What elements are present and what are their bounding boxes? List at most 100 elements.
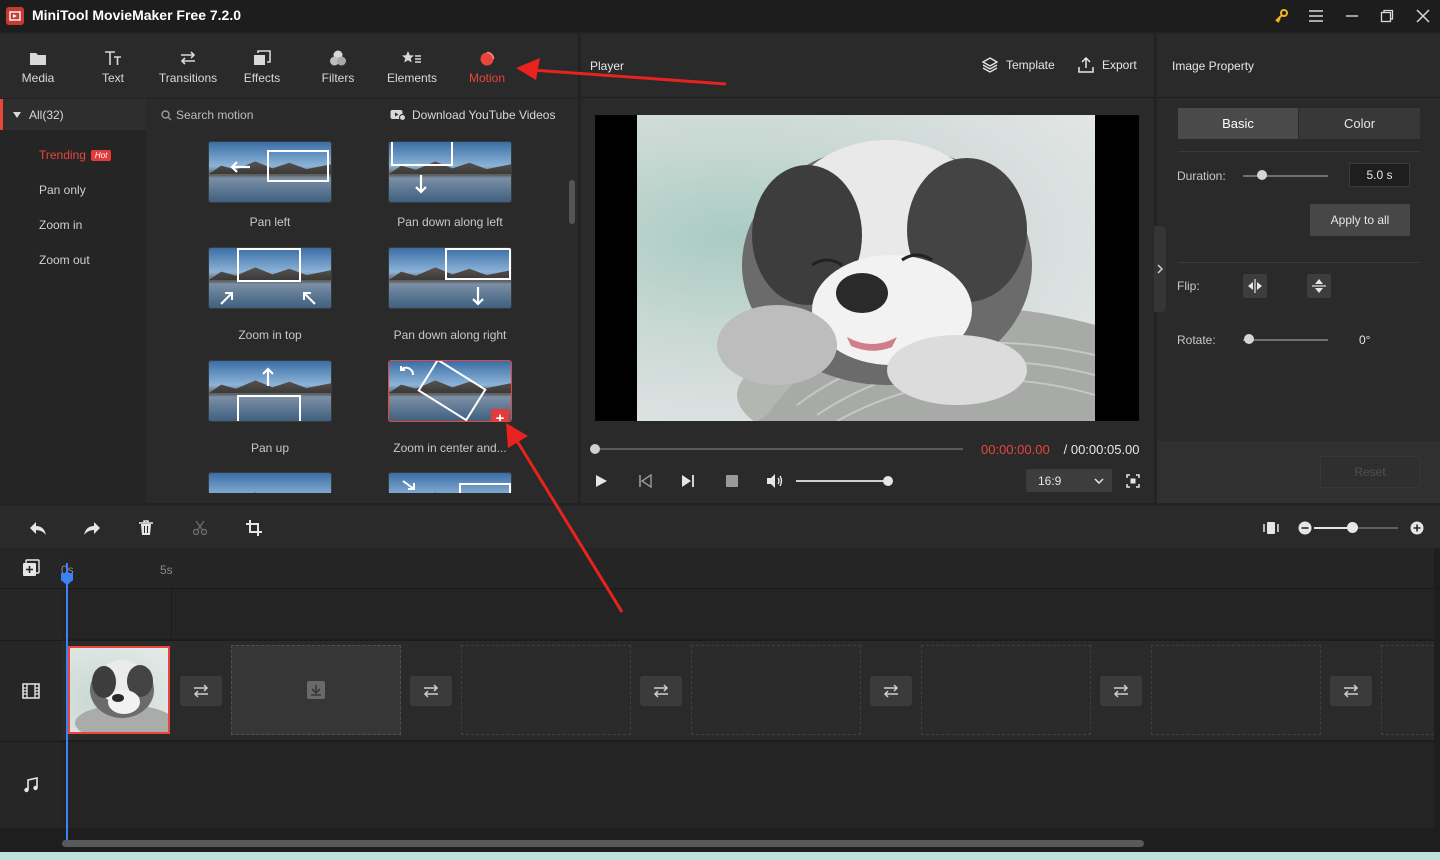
progress-handle[interactable]	[590, 444, 600, 454]
timeline-ruler[interactable]	[62, 549, 1434, 588]
flip-horizontal-icon	[1248, 279, 1262, 293]
time-separator: /	[1060, 442, 1071, 457]
delete-button[interactable]	[135, 519, 157, 537]
empty-clip-slot[interactable]	[1151, 645, 1321, 735]
hot-badge: Hot	[90, 150, 112, 162]
playhead[interactable]	[66, 563, 68, 840]
category-trending[interactable]: Trending Hot	[39, 148, 112, 162]
empty-clip-slot[interactable]	[691, 645, 861, 735]
export-button[interactable]: Export	[1078, 57, 1137, 73]
toolbar-filters-label: Filters	[321, 71, 355, 85]
transition-slot[interactable]	[1330, 676, 1372, 706]
reset-button[interactable]: Reset	[1320, 456, 1420, 488]
progress-track[interactable]	[595, 448, 963, 450]
motion-thumb-partial[interactable]	[208, 472, 332, 493]
template-label: Template	[1006, 58, 1055, 72]
category-zoom-out[interactable]: Zoom out	[39, 253, 90, 267]
toolbar-filters[interactable]: Filters	[302, 44, 374, 92]
export-label: Export	[1102, 58, 1137, 72]
aspect-ratio-select[interactable]: 16:9	[1026, 469, 1112, 492]
crop-button[interactable]	[243, 519, 265, 537]
minimize-button[interactable]	[1339, 4, 1365, 28]
volume-handle[interactable]	[883, 476, 893, 486]
transition-slot[interactable]	[180, 676, 222, 706]
key-icon[interactable]	[1268, 4, 1294, 28]
toolbar-text[interactable]: Text	[77, 44, 149, 92]
template-button[interactable]: Template	[982, 57, 1055, 73]
rotate-value: 0°	[1359, 333, 1371, 347]
toolbar-transitions[interactable]: Transitions	[152, 44, 224, 92]
add-motion-button[interactable]: +	[491, 409, 509, 421]
transition-slot[interactable]	[640, 676, 682, 706]
transition-slot[interactable]	[1100, 676, 1142, 706]
search-input[interactable]	[176, 106, 376, 124]
zoom-in-button[interactable]	[1406, 519, 1428, 537]
text-icon	[104, 44, 122, 66]
timeline-zoom-handle[interactable]	[1347, 522, 1358, 533]
crop-icon	[246, 520, 262, 536]
timeline-clip[interactable]	[68, 646, 170, 734]
timeline-scrollbar[interactable]	[62, 840, 1144, 847]
maximize-button[interactable]	[1374, 4, 1400, 28]
category-zoom-in[interactable]: Zoom in	[39, 218, 82, 232]
duration-input[interactable]: 5.0 s	[1349, 163, 1410, 187]
menu-icon[interactable]	[1303, 4, 1329, 28]
collapse-panel-button[interactable]	[1154, 226, 1166, 312]
download-youtube-button[interactable]: Download YouTube Videos	[390, 108, 555, 122]
ruler-label: 5s	[160, 563, 173, 577]
duration-handle[interactable]	[1257, 170, 1267, 180]
flip-horizontal-button[interactable]	[1243, 274, 1267, 298]
toolbar-elements-label: Elements	[386, 71, 438, 85]
split-button[interactable]	[189, 519, 211, 537]
transition-icon	[1113, 684, 1129, 698]
skip-back-icon	[639, 474, 652, 488]
transition-slot[interactable]	[870, 676, 912, 706]
empty-clip-slot[interactable]	[461, 645, 631, 735]
fit-timeline-button[interactable]	[1260, 519, 1282, 537]
motion-thumb-partial[interactable]	[388, 472, 512, 493]
toolbar-media[interactable]: Media	[2, 44, 74, 92]
volume-button[interactable]	[765, 472, 785, 490]
play-button[interactable]	[591, 472, 611, 490]
empty-clip-slot[interactable]	[1381, 645, 1434, 735]
motion-thumb-pan-down-along-left[interactable]	[388, 141, 512, 203]
import-icon	[307, 681, 325, 699]
toolbar-motion[interactable]: Motion	[451, 44, 523, 92]
audio-track[interactable]	[62, 742, 1434, 828]
rotate-handle[interactable]	[1244, 334, 1254, 344]
motion-thumb-pan-left[interactable]	[208, 141, 332, 203]
clip-drop-slot[interactable]	[231, 645, 401, 735]
motion-icon	[478, 44, 496, 66]
previous-frame-button[interactable]	[635, 472, 655, 490]
download-youtube-label: Download YouTube Videos	[412, 108, 556, 122]
undo-button[interactable]	[27, 519, 49, 537]
flip-vertical-button[interactable]	[1307, 274, 1331, 298]
redo-button[interactable]	[81, 519, 103, 537]
close-button[interactable]	[1410, 4, 1436, 28]
fullscreen-button[interactable]	[1123, 472, 1143, 490]
empty-clip-slot[interactable]	[921, 645, 1091, 735]
motion-thumb-zoom-in-top[interactable]	[208, 247, 332, 309]
duration-slider[interactable]	[1243, 175, 1328, 177]
toolbar-elements[interactable]: Elements	[376, 44, 448, 92]
library-scrollbar[interactable]	[569, 180, 575, 224]
apply-to-all-button[interactable]: Apply to all	[1310, 204, 1410, 236]
add-track-button[interactable]	[20, 557, 42, 579]
tab-basic[interactable]: Basic	[1178, 108, 1298, 139]
motion-thumb-zoom-in-center[interactable]: +	[388, 360, 512, 422]
zoom-out-button[interactable]	[1294, 519, 1316, 537]
tab-color[interactable]: Color	[1299, 108, 1420, 139]
category-all[interactable]: All(32)	[0, 99, 146, 130]
volume-slider[interactable]	[796, 480, 888, 482]
stop-button[interactable]	[722, 472, 742, 490]
motion-thumb-pan-up[interactable]	[208, 360, 332, 422]
next-frame-button[interactable]	[678, 472, 698, 490]
transition-slot[interactable]	[410, 676, 452, 706]
motion-thumb-pan-down-along-right[interactable]	[388, 247, 512, 309]
rotate-slider[interactable]	[1243, 339, 1328, 341]
empty-track[interactable]	[62, 589, 1434, 639]
category-pan-only[interactable]: Pan only	[39, 183, 86, 197]
toolbar-effects[interactable]: Effects	[226, 44, 298, 92]
app-logo-icon	[6, 7, 24, 25]
search-icon	[161, 110, 172, 121]
